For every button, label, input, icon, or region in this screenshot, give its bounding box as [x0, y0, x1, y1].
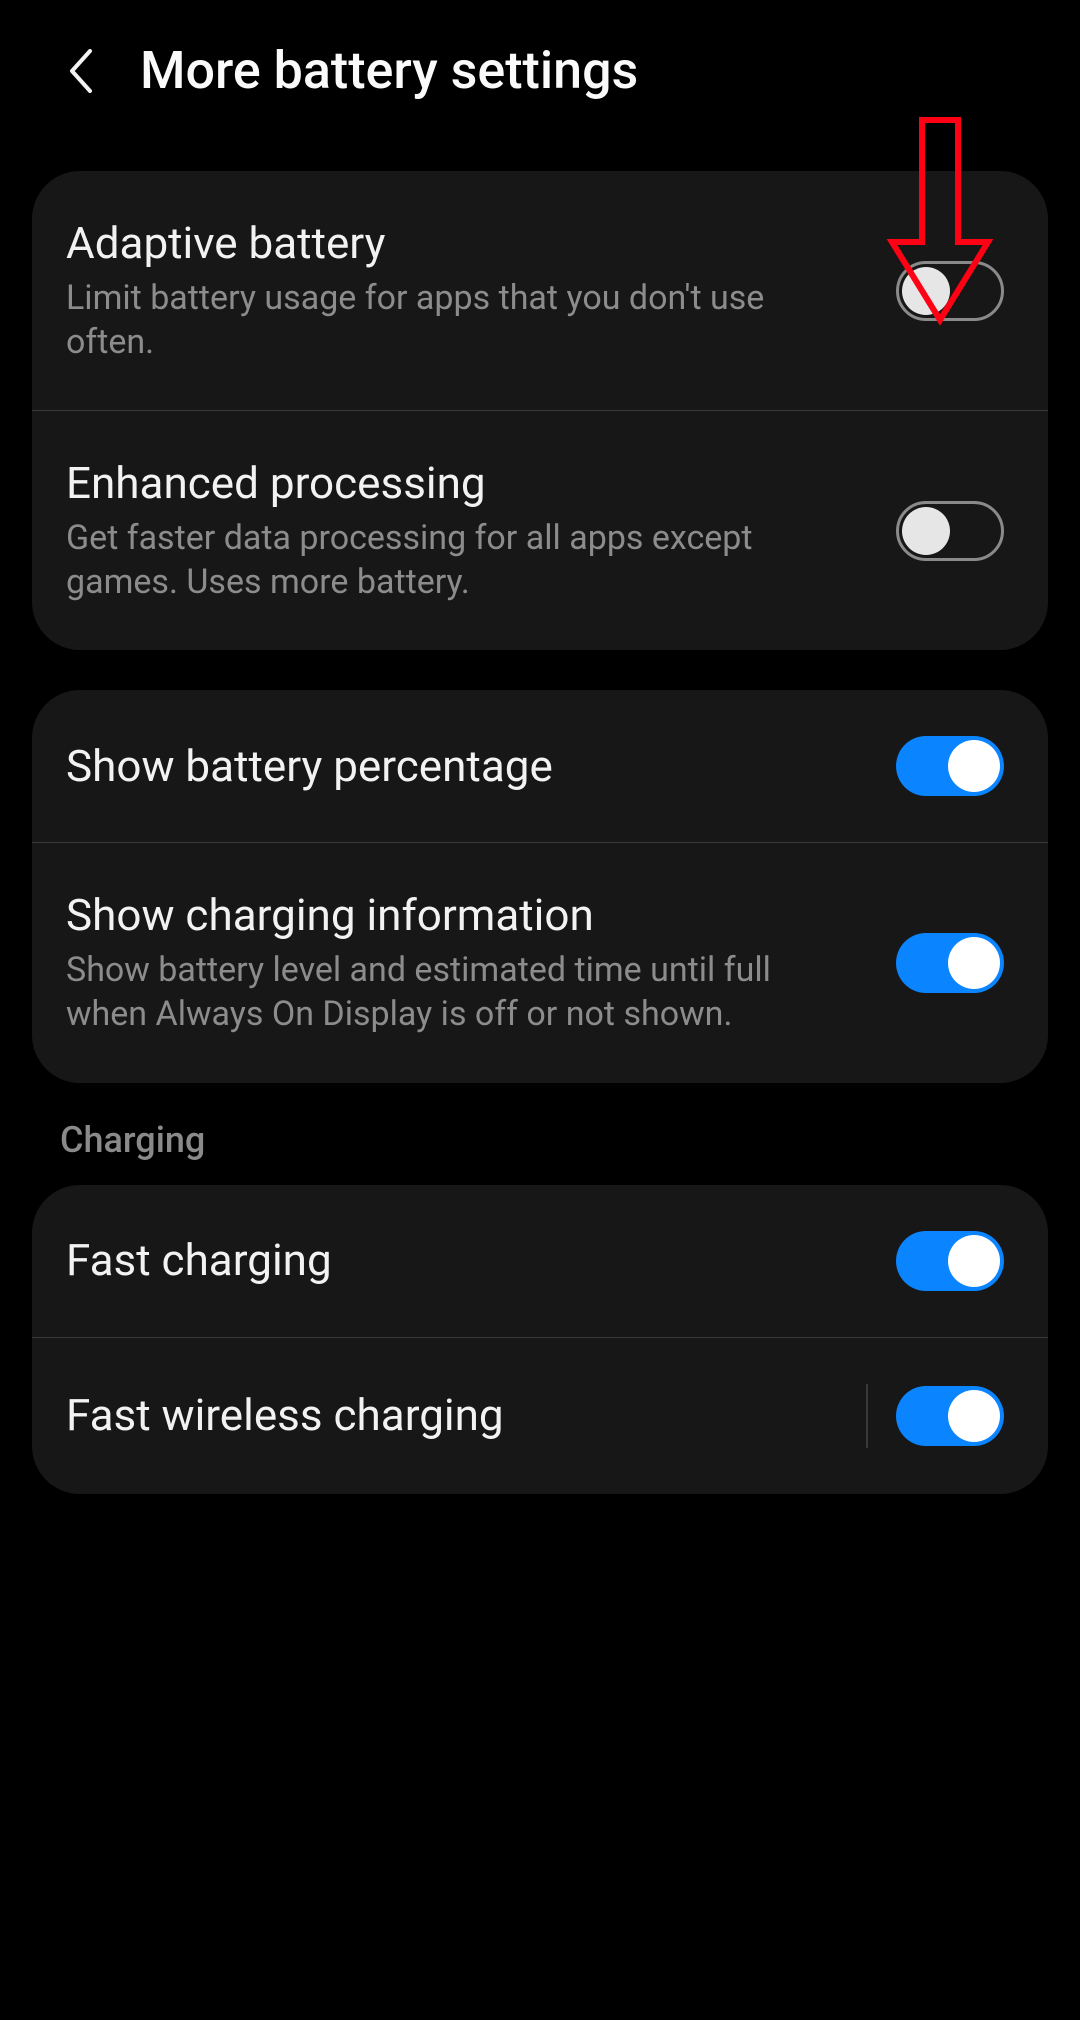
row-title: Fast wireless charging	[66, 1389, 828, 1442]
row-fast-wireless-charging[interactable]: Fast wireless charging	[32, 1337, 1048, 1494]
row-adaptive-battery[interactable]: Adaptive battery Limit battery usage for…	[32, 171, 1048, 410]
vertical-divider	[866, 1384, 868, 1448]
toggle-adaptive-battery[interactable]	[896, 261, 1004, 321]
back-button[interactable]	[50, 41, 110, 101]
row-text: Adaptive battery Limit battery usage for…	[66, 217, 896, 364]
row-text: Show charging information Show battery l…	[66, 889, 896, 1036]
row-text: Fast wireless charging	[66, 1389, 858, 1442]
toggle-fast-wireless-charging[interactable]	[896, 1386, 1004, 1446]
row-show-battery-percentage[interactable]: Show battery percentage	[32, 690, 1048, 842]
row-desc: Limit battery usage for apps that you do…	[66, 276, 786, 364]
row-title: Adaptive battery	[66, 217, 866, 270]
section-header-charging: Charging	[0, 1083, 1080, 1173]
row-text: Show battery percentage	[66, 740, 896, 793]
row-desc: Get faster data processing for all apps …	[66, 516, 786, 604]
header: More battery settings	[0, 0, 1080, 131]
row-enhanced-processing[interactable]: Enhanced processing Get faster data proc…	[32, 410, 1048, 650]
row-title: Show charging information	[66, 889, 866, 942]
settings-group-1: Adaptive battery Limit battery usage for…	[32, 171, 1048, 650]
settings-group-2: Show battery percentage Show charging in…	[32, 690, 1048, 1082]
row-text: Enhanced processing Get faster data proc…	[66, 457, 896, 604]
row-title: Show battery percentage	[66, 740, 866, 793]
row-desc: Show battery level and estimated time un…	[66, 948, 786, 1036]
row-show-charging-information[interactable]: Show charging information Show battery l…	[32, 842, 1048, 1082]
row-title: Fast charging	[66, 1234, 866, 1287]
back-chevron-icon	[66, 47, 94, 95]
row-text: Fast charging	[66, 1234, 896, 1287]
row-title: Enhanced processing	[66, 457, 866, 510]
toggle-show-charging-information[interactable]	[896, 933, 1004, 993]
settings-group-charging: Fast charging Fast wireless charging	[32, 1185, 1048, 1494]
row-fast-charging[interactable]: Fast charging	[32, 1185, 1048, 1337]
toggle-enhanced-processing[interactable]	[896, 501, 1004, 561]
toggle-fast-charging[interactable]	[896, 1231, 1004, 1291]
page-title: More battery settings	[140, 40, 638, 101]
toggle-show-battery-percentage[interactable]	[896, 736, 1004, 796]
